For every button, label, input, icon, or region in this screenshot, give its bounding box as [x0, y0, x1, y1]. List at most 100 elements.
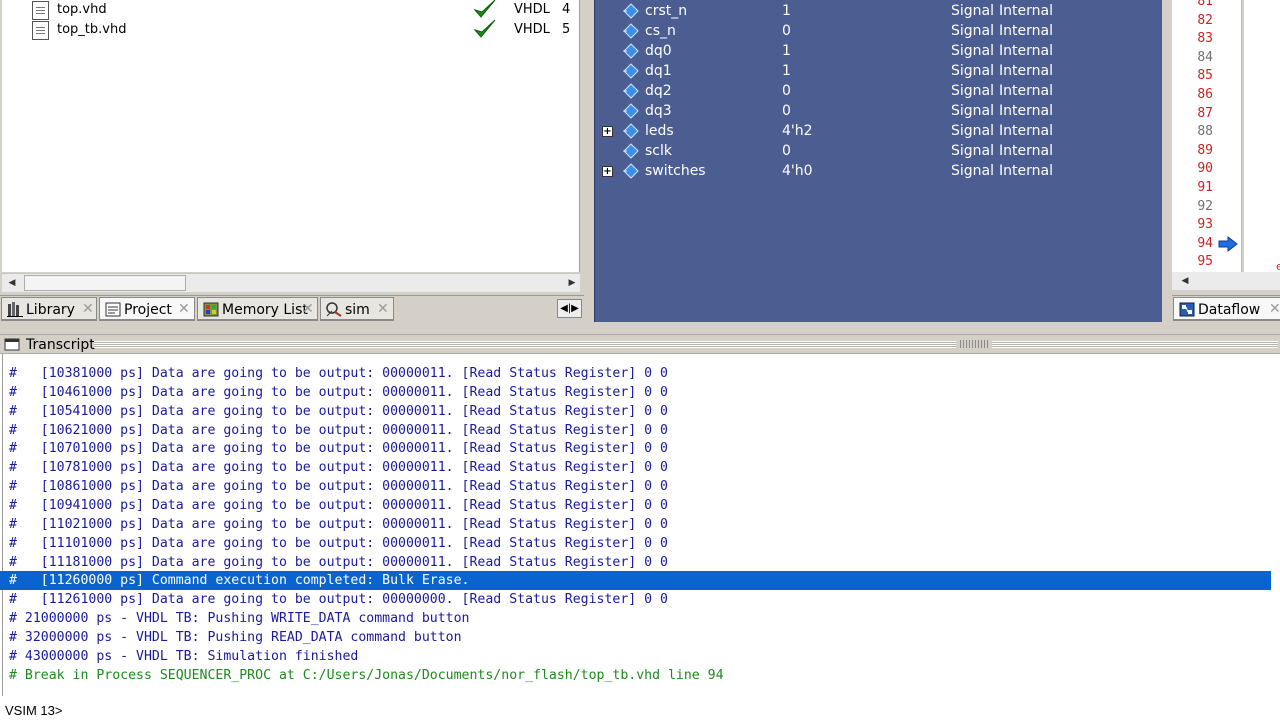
object-name: dq1 — [645, 63, 672, 79]
tab-label: sim — [345, 302, 370, 318]
object-name: leds — [645, 123, 674, 139]
transcript-line[interactable]: # [10541000 ps] Data are going to be out… — [9, 402, 1280, 421]
transcript-line[interactable]: # 21000000 ps - VHDL TB: Pushing WRITE_D… — [9, 609, 1280, 628]
transcript-line[interactable]: # [11101000 ps] Data are going to be out… — [9, 534, 1280, 553]
source-code-area[interactable]: e — [1244, 0, 1280, 273]
execution-arrow-icon — [1218, 236, 1238, 252]
transcript-line[interactable]: # [11181000 ps] Data are going to be out… — [9, 553, 1280, 572]
object-kind: Signal — [951, 63, 995, 79]
object-row[interactable]: crst_n 1 Signal Internal — [595, 1, 1163, 21]
expand-icon[interactable]: + — [602, 166, 613, 177]
project-icon — [105, 302, 121, 317]
object-name: dq2 — [645, 83, 672, 99]
object-row[interactable]: dq3 0 Signal Internal — [595, 101, 1163, 121]
object-value: 0 — [782, 83, 791, 99]
file-row[interactable]: top_tb.vhd VHDL 5 — [2, 19, 580, 40]
line-number: 84 — [1197, 49, 1213, 65]
expand-icon[interactable]: + — [602, 126, 613, 137]
object-name: dq0 — [645, 43, 672, 59]
transcript-line-selected[interactable]: # [11260000 ps] Command execution comple… — [0, 571, 1271, 591]
object-row[interactable]: + leds 4'h2 Signal Internal — [595, 121, 1163, 141]
transcript-line[interactable]: # 32000000 ps - VHDL TB: Pushing READ_DA… — [9, 628, 1280, 647]
scroll-left-icon[interactable]: ◀ — [1178, 274, 1192, 288]
vsim-prompt[interactable]: VSIM 13> — [5, 703, 62, 718]
file-compile-order: 4 — [562, 2, 571, 17]
object-value: 1 — [782, 63, 791, 79]
tab-sim[interactable]: sim ✕ — [320, 297, 394, 321]
close-icon[interactable]: ✕ — [302, 301, 314, 317]
transcript-line[interactable]: # Break in Process SEQUENCER_PROC at C:/… — [9, 666, 1280, 685]
compiled-check-icon — [473, 0, 496, 18]
sim-icon — [326, 302, 342, 317]
transcript-line[interactable]: # [10461000 ps] Data are going to be out… — [9, 383, 1280, 402]
object-kind: Signal — [951, 83, 995, 99]
line-number: 89 — [1197, 142, 1213, 158]
object-value: 4'h0 — [782, 163, 813, 179]
memory-icon — [203, 302, 219, 317]
dataflow-icon — [1179, 302, 1195, 317]
signal-diamond-icon — [623, 83, 639, 99]
tab-scroll-buttons[interactable]: ◀|▶ — [557, 299, 582, 318]
line-number: 90 — [1197, 161, 1213, 177]
transcript-line[interactable]: # [10381000 ps] Data are going to be out… — [9, 364, 1280, 383]
scroll-left-icon[interactable]: ◀ — [5, 276, 19, 290]
signal-diamond-icon — [623, 123, 639, 139]
tab-project[interactable]: Project ✕ — [99, 297, 195, 321]
object-row[interactable]: dq0 1 Signal Internal — [595, 41, 1163, 61]
file-name: top_tb.vhd — [57, 22, 127, 37]
file-name: top.vhd — [57, 2, 107, 17]
tab-label: Library — [26, 302, 75, 318]
object-kind: Signal — [951, 23, 995, 39]
object-name: crst_n — [645, 3, 688, 19]
object-mode: Internal — [999, 143, 1053, 159]
object-value: 1 — [782, 43, 791, 59]
transcript-line[interactable]: # [10861000 ps] Data are going to be out… — [9, 477, 1280, 496]
tab-memory-list[interactable]: Memory List ✕ — [197, 297, 318, 321]
line-number: 92 — [1197, 198, 1213, 214]
object-name: dq3 — [645, 103, 672, 119]
transcript-line[interactable]: # [11021000 ps] Data are going to be out… — [9, 515, 1280, 534]
close-icon[interactable]: ✕ — [1269, 301, 1280, 317]
object-row[interactable]: dq1 1 Signal Internal — [595, 61, 1163, 81]
transcript-line[interactable]: # [10941000 ps] Data are going to be out… — [9, 496, 1280, 515]
line-number: 83 — [1197, 31, 1213, 47]
transcript-line[interactable]: # [10621000 ps] Data are going to be out… — [9, 421, 1280, 440]
objects-pane: crst_n 1 Signal Internal cs_n 0 Signal Internal… — [594, 0, 1162, 322]
object-kind: Signal — [951, 123, 995, 139]
transcript-line-partial — [9, 343, 1280, 362]
close-icon[interactable]: ✕ — [377, 301, 389, 317]
transcript-line[interactable]: # [11261000 ps] Data are going to be out… — [9, 590, 1280, 609]
tab-label: Project — [124, 302, 172, 318]
project-pane: top.vhd VHDL 4 top_tb.vhd VHDL 5 ◀ ▶ — [0, 0, 584, 322]
transcript-line[interactable]: # [10781000 ps] Data are going to be out… — [9, 458, 1280, 477]
close-icon[interactable]: ✕ — [82, 301, 94, 317]
object-row[interactable]: + switches 4'h0 Signal Internal — [595, 161, 1163, 181]
object-row[interactable]: dq2 0 Signal Internal — [595, 81, 1163, 101]
line-number: 87 — [1197, 105, 1213, 121]
line-number: 91 — [1197, 180, 1213, 195]
transcript-line[interactable]: # [10701000 ps] Data are going to be out… — [9, 439, 1280, 458]
signal-diamond-icon — [623, 143, 639, 159]
line-number: 95 — [1197, 254, 1213, 270]
file-row[interactable]: top.vhd VHDL 4 — [2, 0, 580, 20]
source-horizontal-scrollbar[interactable]: ◀ — [1172, 272, 1280, 290]
object-name: sclk — [645, 143, 672, 159]
object-mode: Internal — [999, 43, 1053, 59]
tab-library[interactable]: Library ✕ — [1, 297, 97, 321]
scroll-thumb[interactable] — [24, 275, 186, 291]
object-mode: Internal — [999, 103, 1053, 119]
object-row[interactable]: sclk 0 Signal Internal — [595, 141, 1163, 161]
line-number: 81 — [1197, 0, 1213, 9]
transcript-console[interactable]: # [10381000 ps] Data are going to be out… — [0, 354, 1280, 720]
object-value: 0 — [782, 103, 791, 119]
tab-dataflow[interactable]: Dataflow ✕ — [1173, 297, 1280, 321]
object-kind: Signal — [951, 103, 995, 119]
scroll-right-icon[interactable]: ▶ — [565, 276, 579, 290]
project-horizontal-scrollbar[interactable]: ◀ ▶ — [2, 273, 580, 292]
close-icon[interactable]: ✕ — [178, 301, 190, 317]
object-row[interactable]: cs_n 0 Signal Internal — [595, 21, 1163, 41]
object-kind: Signal — [951, 143, 995, 159]
signal-diamond-icon — [623, 103, 639, 119]
signal-diamond-icon — [623, 23, 639, 39]
transcript-line[interactable]: # 43000000 ps - VHDL TB: Simulation fini… — [9, 647, 1280, 666]
